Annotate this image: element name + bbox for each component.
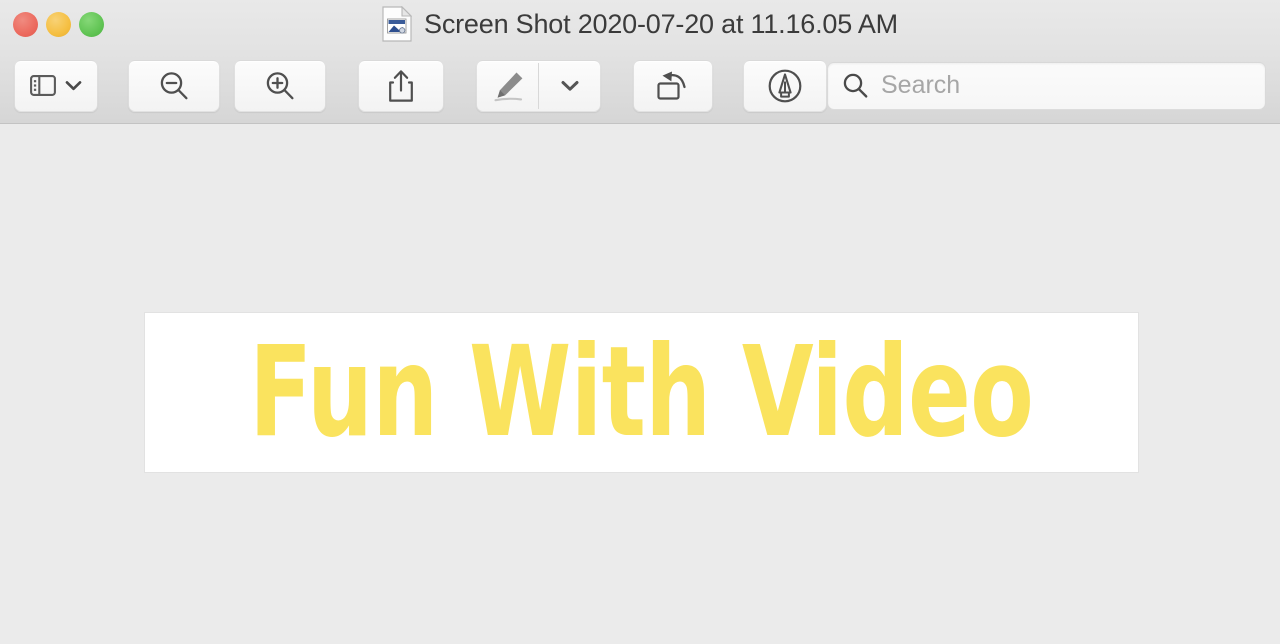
pen-nib-circle-icon xyxy=(767,68,803,104)
annotate-button[interactable] xyxy=(743,59,827,112)
screenshot-document-icon xyxy=(382,6,413,42)
rotate-left-button[interactable] xyxy=(633,59,713,112)
poster-title-text: Fun With Video xyxy=(249,319,1034,465)
zoom-in-button[interactable] xyxy=(234,59,326,112)
share-icon xyxy=(387,69,415,103)
marker-pen-icon xyxy=(489,69,527,103)
minimize-window-button[interactable] xyxy=(46,11,71,37)
rotate-left-icon xyxy=(655,70,691,102)
maximize-window-button[interactable] xyxy=(79,11,104,37)
close-window-button[interactable] xyxy=(13,11,38,37)
traffic-light-group xyxy=(13,0,104,48)
chevron-down-icon xyxy=(65,80,82,91)
preview-window: Screen Shot 2020-07-20 at 11.16.05 AM Se… xyxy=(0,0,1280,644)
markup-options-button[interactable] xyxy=(539,61,600,111)
chevron-down-icon xyxy=(560,79,580,92)
sidebar-icon xyxy=(30,75,56,96)
search-icon xyxy=(842,72,869,99)
preview-content-area: Fun With Video xyxy=(0,124,1280,644)
title-bar: Screen Shot 2020-07-20 at 11.16.05 AM xyxy=(0,0,1280,48)
toolbar xyxy=(0,48,1280,124)
image-canvas[interactable]: Fun With Video xyxy=(145,313,1138,472)
search-field[interactable] xyxy=(827,61,1266,110)
window-title: Screen Shot 2020-07-20 at 11.16.05 AM xyxy=(424,8,898,39)
title-bar-center: Screen Shot 2020-07-20 at 11.16.05 AM xyxy=(0,0,1280,48)
search-input[interactable] xyxy=(881,71,1251,100)
markup-segmented-control xyxy=(476,59,601,112)
magnifier-minus-icon xyxy=(157,69,191,103)
markup-button[interactable] xyxy=(477,61,538,111)
share-button[interactable] xyxy=(358,59,444,112)
zoom-out-button[interactable] xyxy=(128,59,220,112)
sidebar-toggle-button[interactable] xyxy=(14,59,98,112)
magnifier-plus-icon xyxy=(263,69,297,103)
